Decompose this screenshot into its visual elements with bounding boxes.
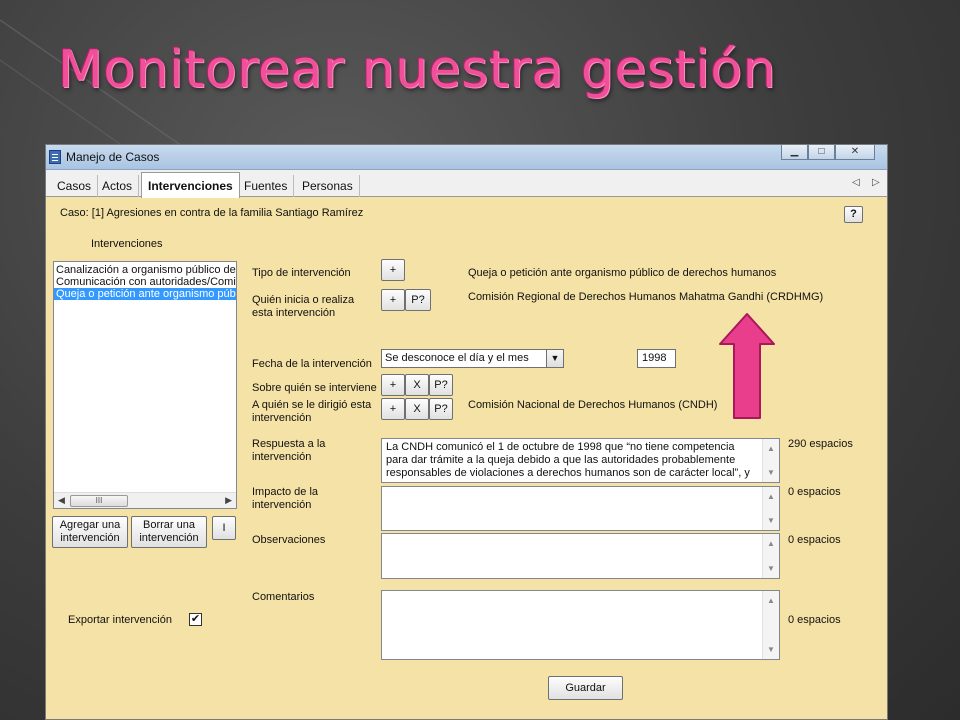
impacto-count: 0 espacios <box>788 486 841 498</box>
scroll-down-icon[interactable]: ▼ <box>767 562 775 575</box>
delete-intervention-button[interactable]: Borrar una intervención <box>131 516 207 548</box>
export-checkbox[interactable]: ✔ <box>189 613 202 626</box>
scroll-down-icon[interactable]: ▼ <box>767 643 775 656</box>
fecha-label: Fecha de la intervención <box>252 358 372 370</box>
quien-label: Quién inicia o realiza esta intervención <box>252 294 355 319</box>
list-header: Intervenciones <box>91 238 163 250</box>
comentarios-label: Comentarios <box>252 591 315 603</box>
aquien-buttons: + X P? <box>381 398 453 420</box>
respuesta-text: La CNDH comunicó el 1 de octubre de 1998… <box>386 441 750 479</box>
tipo-add-button[interactable]: + <box>381 259 405 281</box>
observaciones-textarea[interactable]: ▲ ▼ <box>381 533 780 579</box>
close-button[interactable]: ✕ <box>835 145 875 160</box>
info-button[interactable]: I <box>212 516 236 540</box>
list-item[interactable]: Comunicación con autoridades/Comisi <box>54 276 236 288</box>
fecha-select-value: Se desconoce el día y el mes <box>385 352 529 364</box>
comentarios-textarea[interactable]: ▲ ▼ <box>381 590 780 660</box>
tab-scroll-right-icon[interactable]: ▷ <box>872 177 880 188</box>
vertical-scrollbar[interactable]: ▲ ▼ <box>762 439 779 482</box>
respuesta-count: 290 espacios <box>788 438 853 450</box>
list-item-selected[interactable]: Queja o petición ante organismo públi <box>54 288 236 300</box>
vertical-scrollbar[interactable]: ▲ ▼ <box>762 487 779 530</box>
horizontal-scrollbar[interactable]: ◀ III ▶ <box>54 492 236 508</box>
respuesta-textarea[interactable]: La CNDH comunicó el 1 de octubre de 1998… <box>381 438 780 483</box>
sobre-p-button[interactable]: P? <box>429 374 453 396</box>
vertical-scrollbar[interactable]: ▲ ▼ <box>762 534 779 578</box>
scroll-up-icon[interactable]: ▲ <box>767 490 775 503</box>
tipo-value: Queja o petición ante organismo público … <box>468 267 777 279</box>
sobre-label: Sobre quién se interviene <box>252 382 377 394</box>
case-label: Caso: [1] Agresiones en contra de la fam… <box>60 207 364 219</box>
aquien-label: A quién se le dirigió esta intervención <box>252 399 372 424</box>
title-bar: Manejo de Casos ▁ □ ✕ <box>46 145 887 170</box>
window-title: Manejo de Casos <box>66 150 160 164</box>
aquien-remove-button[interactable]: X <box>405 398 429 420</box>
tab-actos[interactable]: Actos <box>96 175 140 197</box>
aquien-add-button[interactable]: + <box>381 398 405 420</box>
fecha-year-field[interactable]: 1998 <box>637 349 676 368</box>
tab-intervenciones[interactable]: Intervenciones <box>141 172 240 198</box>
scroll-up-icon[interactable]: ▲ <box>767 442 775 455</box>
app-icon <box>49 150 61 164</box>
quien-p-button[interactable]: P? <box>405 289 431 311</box>
help-button[interactable]: ? <box>844 206 863 223</box>
aquien-p-button[interactable]: P? <box>429 398 453 420</box>
scroll-left-icon[interactable]: ◀ <box>58 495 65 506</box>
tab-scroll-left-icon[interactable]: ◁ <box>852 177 860 188</box>
app-window: Manejo de Casos ▁ □ ✕ Casos Actos Interv… <box>45 144 888 720</box>
scroll-down-icon[interactable]: ▼ <box>767 514 775 527</box>
scroll-right-icon[interactable]: ▶ <box>225 495 232 506</box>
scroll-up-icon[interactable]: ▲ <box>767 594 775 607</box>
quien-value: Comisión Regional de Derechos Humanos Ma… <box>468 291 824 303</box>
save-button[interactable]: Guardar <box>548 676 623 700</box>
chevron-down-icon[interactable]: ▼ <box>546 350 563 367</box>
fecha-select[interactable]: Se desconoce el día y el mes ▼ <box>381 349 564 368</box>
scroll-down-icon[interactable]: ▼ <box>767 466 775 479</box>
window-controls: ▁ □ ✕ <box>781 145 875 160</box>
quien-add-button[interactable]: + <box>381 289 405 311</box>
maximize-button[interactable]: □ <box>808 145 835 160</box>
sobre-buttons: + X P? <box>381 374 453 396</box>
sobre-add-button[interactable]: + <box>381 374 405 396</box>
comentarios-count: 0 espacios <box>788 614 841 626</box>
observaciones-label: Observaciones <box>252 534 326 546</box>
minimize-button[interactable]: ▁ <box>781 145 808 160</box>
impacto-label: Impacto de la intervención <box>252 486 319 511</box>
interventions-list[interactable]: Canalización a organismo público de d Co… <box>53 261 237 509</box>
tab-casos[interactable]: Casos <box>51 175 99 197</box>
tab-fuentes[interactable]: Fuentes <box>238 175 295 197</box>
export-label: Exportar intervención <box>68 614 172 626</box>
vertical-scrollbar[interactable]: ▲ ▼ <box>762 591 779 659</box>
pointer-arrow-icon <box>719 313 775 419</box>
quien-buttons: + P? <box>381 289 431 311</box>
respuesta-label: Respuesta a la intervención <box>252 438 326 463</box>
scroll-up-icon[interactable]: ▲ <box>767 537 775 550</box>
scroll-thumb[interactable]: III <box>70 495 128 507</box>
list-item[interactable]: Canalización a organismo público de d <box>54 264 236 276</box>
tab-bar: Casos Actos Intervenciones Fuentes Perso… <box>46 170 887 198</box>
tab-personas[interactable]: Personas <box>296 175 360 197</box>
add-intervention-button[interactable]: Agregar una intervención <box>52 516 128 548</box>
sobre-remove-button[interactable]: X <box>405 374 429 396</box>
observaciones-count: 0 espacios <box>788 534 841 546</box>
slide-title: Monitorear nuestra gestión <box>58 40 777 100</box>
impacto-textarea[interactable]: ▲ ▼ <box>381 486 780 531</box>
aquien-value: Comisión Nacional de Derechos Humanos (C… <box>468 399 718 411</box>
tipo-label: Tipo de intervención <box>252 267 351 279</box>
